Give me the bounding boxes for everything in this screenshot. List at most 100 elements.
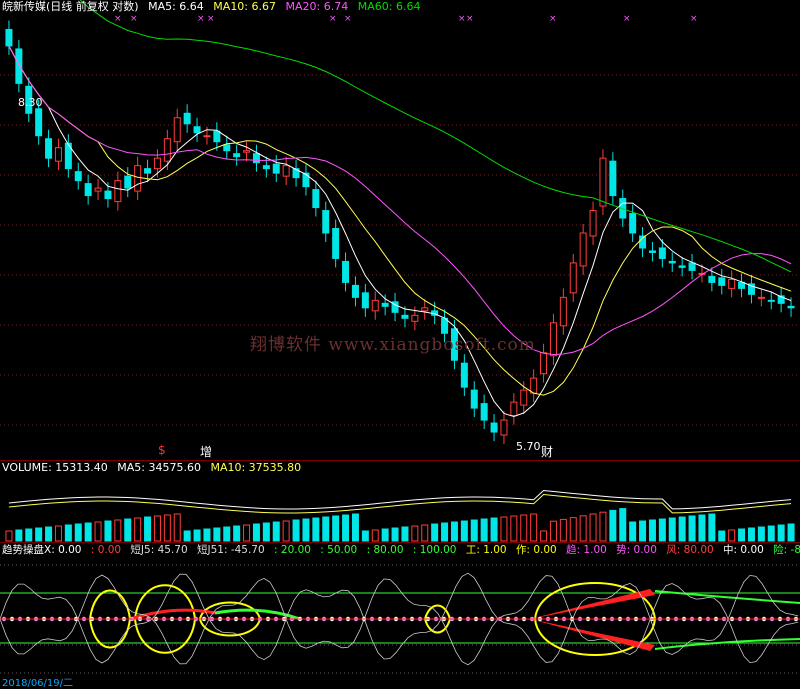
signal-x-mark: × [623,14,631,24]
candle-body [530,377,538,394]
volume-bar [243,524,251,542]
volume-bar [678,516,686,542]
ma60-line [79,0,792,273]
price-chart[interactable]: × × × × × × × × × × × [0,0,800,460]
volume-bar [530,513,538,542]
volume-bar [579,515,587,542]
candle-body [767,299,775,302]
indicator-duan-j51: 短J51: -45.70 [196,544,265,556]
volume-bar [45,526,53,542]
volume-bar [84,522,92,542]
volume-bar [747,527,755,542]
candle-body [540,352,548,375]
indicator-duan-j5: 短J5: 45.70 [130,544,188,556]
volume-bar [698,514,706,542]
candle-body [243,150,251,153]
volume-bar [619,508,627,542]
volume-bar [252,523,260,542]
candle-body [421,307,429,312]
volume-bar [599,511,607,542]
volume-bar [124,518,132,542]
volume-header: VOLUME: 15313.40 MA5: 34575.60 MA10: 375… [2,461,307,475]
candle-body [629,213,637,234]
signal-x-mark: × [329,14,337,24]
candle-body [381,302,389,307]
signal-x-mark: × [130,14,138,24]
candle-body [520,389,528,406]
indicator-v50: : 50.00 [320,544,358,556]
candle-body [480,403,488,421]
volume-bar [203,528,211,542]
volume-bar [421,524,429,542]
volume-bar [134,517,142,542]
indicator-shi: 势: 0.00 [616,544,657,556]
candle-body [35,108,43,137]
indicator-header: 趋势操盘X: 0.00 : 0.00 短J5: 45.70 短J51: -45.… [2,543,800,557]
candle-body [15,48,23,84]
candle-body [609,160,617,197]
candle-body [45,138,53,159]
volume-bar [787,523,795,542]
candle-body [668,260,676,264]
volume-bar [64,524,72,542]
indicator-panel[interactable]: 趋势操盘X: 0.00 : 0.00 短J5: 45.70 短J51: -45.… [0,542,800,689]
volume-bar [54,525,62,542]
candle-body [361,292,369,309]
candle-body [490,422,498,433]
indicator-name: 趋势操盘X [2,544,52,556]
candle-body [470,389,478,409]
candle-body [738,281,746,289]
candle-body [5,28,13,47]
candle-body [787,305,795,309]
volume-bar [351,513,359,542]
volume-bar [500,516,508,542]
volume-bar [490,517,498,542]
volume-bar [777,524,785,542]
volume-bar [292,519,300,542]
indicator-chart[interactable] [0,543,800,686]
volume-bar [322,516,330,542]
zeng-mark: 增 [200,445,213,459]
ma5-line [8,45,792,418]
candle-body [223,144,231,152]
watermark: 翔博软件 www.xiangbosoft.com [250,335,536,355]
volume-bar [361,530,369,542]
candle-body [757,296,765,299]
candle-body [728,278,736,289]
volume-panel[interactable]: VOLUME: 15313.40 MA5: 34575.60 MA10: 375… [0,460,800,543]
volume-bar [658,518,666,542]
volume-bar [639,520,647,542]
ma60-value: MA60: 6.64 [357,0,421,13]
volume-bar [15,529,23,542]
indicator-a: : 0.00 [90,544,122,556]
volume-ma5-line [8,489,792,510]
candle-body [114,180,122,203]
volume-bar [213,527,221,542]
high-price-label: 8.30 [18,96,43,109]
volume-bar [450,521,458,542]
volume-bar [431,523,439,542]
volume-bar [312,517,320,542]
ma20-line [8,45,792,356]
volume-bar [25,528,33,542]
candle-body [549,322,557,357]
volume-bar [233,525,241,542]
ma10-value: MA10: 6.67 [213,0,277,13]
volume-bar [540,530,548,542]
candle-body [193,126,201,134]
candle-body [173,117,181,143]
signal-x-mark: × [690,14,698,24]
candle-body [74,171,82,182]
volume-bar [629,521,637,542]
ma5-value: MA5: 6.64 [148,0,204,13]
candle-body [163,138,171,162]
price-chart-panel[interactable]: × × × × × × × × × × × 皖新传媒(日线 前复权 对数) MA5: 6.64 MA… [0,0,800,460]
volume-bar [688,515,696,542]
candle-body [718,277,726,286]
bottom-date: 2018/06/19/二 [2,678,74,689]
candle-body [94,187,102,192]
candle-body [599,157,607,207]
candle-body [510,401,518,417]
ma20-value: MA20: 6.74 [285,0,349,13]
volume-bar [183,530,191,542]
